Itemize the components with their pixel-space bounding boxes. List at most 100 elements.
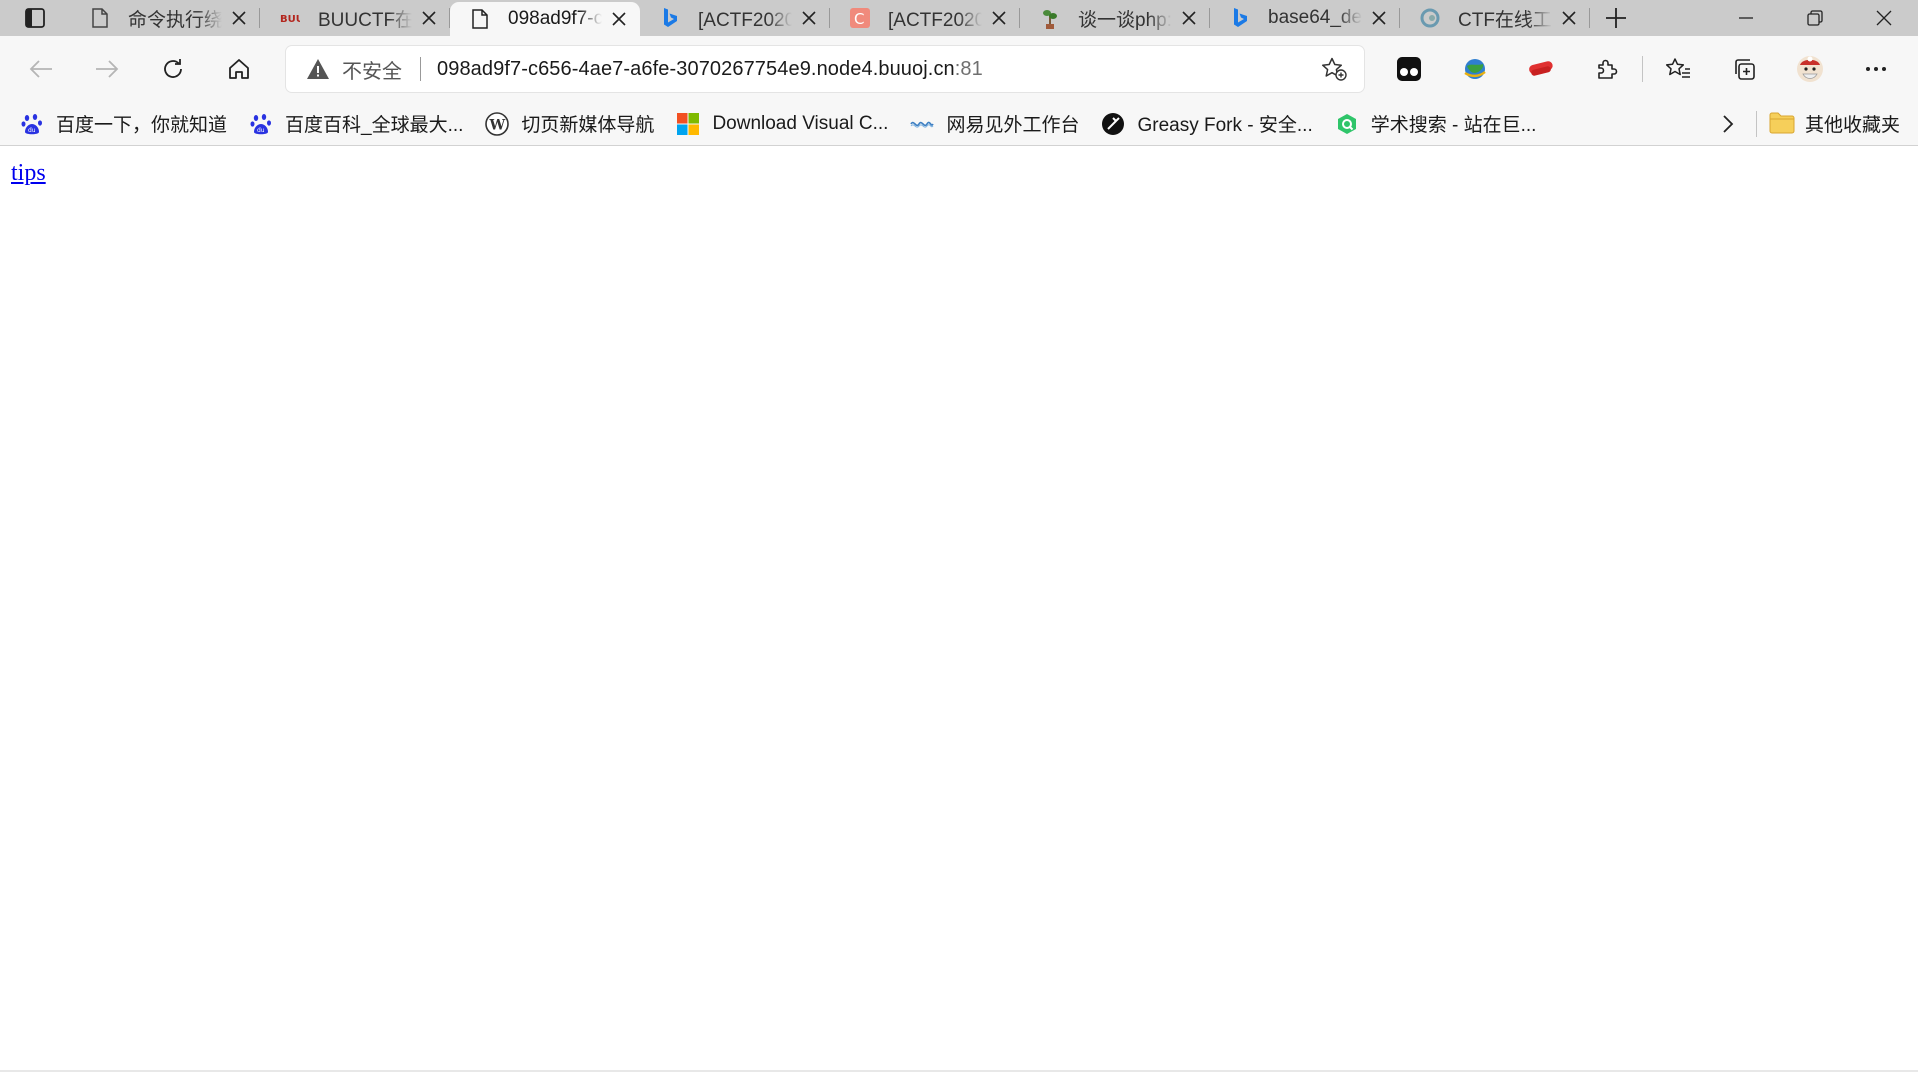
tab-actions-button[interactable] bbox=[0, 0, 70, 36]
globe-extension-button[interactable] bbox=[1442, 45, 1508, 93]
navigation-toolbar: 不安全 098ad9f7-c656-4ae7-a6fe-3070267754e9… bbox=[0, 36, 1918, 102]
svg-text:BUU: BUU bbox=[280, 14, 300, 25]
profile-button[interactable] bbox=[1777, 45, 1843, 93]
address-bar[interactable]: 不安全 098ad9f7-c656-4ae7-a6fe-3070267754e9… bbox=[286, 46, 1364, 92]
bookmark-label: Greasy Fork - 安全... bbox=[1137, 115, 1313, 136]
bookmark-scholar[interactable]: 学术搜索 - 站在巨... bbox=[1335, 110, 1537, 137]
plant-icon bbox=[1040, 8, 1060, 29]
tab-4[interactable]: C [ACTF2020 新生赛] bbox=[830, 0, 1020, 36]
baidu-paw-icon: du bbox=[20, 112, 44, 136]
close-icon[interactable] bbox=[988, 7, 1010, 29]
collections-button[interactable] bbox=[1711, 45, 1777, 93]
bookmark-label: 百度百科_全球最大... bbox=[285, 115, 464, 136]
tips-link[interactable]: tips bbox=[11, 160, 46, 187]
tab-actions-icon bbox=[25, 8, 45, 28]
other-favorites-folder[interactable]: 其他收藏夹 bbox=[1769, 110, 1900, 137]
other-favorites-label: 其他收藏夹 bbox=[1804, 115, 1900, 136]
minimize-button[interactable] bbox=[1711, 0, 1780, 36]
svg-text:du: du bbox=[257, 127, 265, 134]
ctf-tool-icon bbox=[1420, 8, 1440, 28]
bookmark-label: Download Visual C... bbox=[712, 112, 889, 134]
refresh-icon bbox=[164, 59, 182, 78]
restore-icon bbox=[1806, 10, 1823, 26]
bookmark-baike[interactable]: du 百度百科_全球最大... bbox=[249, 110, 463, 137]
close-icon[interactable] bbox=[228, 7, 250, 29]
collections-icon bbox=[1735, 59, 1755, 80]
greasyfork-icon bbox=[1101, 112, 1125, 136]
close-icon[interactable] bbox=[798, 7, 820, 29]
home-icon bbox=[229, 59, 249, 79]
bookmark-visual-c[interactable]: Download Visual C... bbox=[676, 112, 888, 136]
baidu-paw-icon: du bbox=[249, 112, 273, 136]
tampermonkey-icon bbox=[1397, 57, 1421, 81]
red-extension-button[interactable] bbox=[1508, 45, 1574, 93]
netease-wave-icon bbox=[910, 112, 935, 136]
globe-icon bbox=[1464, 59, 1486, 79]
tab-strip: 命令执行绕过 BUU BUUCTF在线评测 098ad9f7-c656 [ACT… bbox=[0, 0, 1918, 36]
tab-title: 谈一谈php://filter bbox=[1078, 9, 1172, 31]
scholar-icon bbox=[1335, 112, 1359, 136]
more-dots-icon bbox=[1866, 67, 1886, 71]
tab-title: [ACTF2020 新生赛] bbox=[698, 9, 792, 31]
settings-menu-button[interactable] bbox=[1843, 45, 1909, 93]
home-button[interactable] bbox=[206, 45, 272, 93]
close-icon[interactable] bbox=[1368, 7, 1390, 29]
extensions-button[interactable] bbox=[1574, 45, 1640, 93]
security-indicator[interactable]: 不安全 bbox=[306, 55, 402, 84]
omnibox-divider bbox=[420, 57, 421, 81]
chevron-right-icon bbox=[1723, 114, 1734, 133]
bookmark-label: 切页新媒体导航 bbox=[521, 115, 655, 136]
svg-text:C: C bbox=[854, 10, 864, 28]
security-label: 不安全 bbox=[342, 60, 402, 83]
back-arrow-icon bbox=[29, 60, 52, 78]
refresh-button[interactable] bbox=[140, 45, 206, 93]
tab-title: 098ad9f7-c656 bbox=[508, 8, 602, 29]
add-favorite-button[interactable] bbox=[1310, 49, 1358, 89]
close-window-button[interactable] bbox=[1849, 0, 1918, 36]
tab-title: [ACTF2020 新生赛] bbox=[888, 9, 982, 31]
bookmarks-divider bbox=[1755, 110, 1757, 137]
restore-button[interactable] bbox=[1780, 0, 1849, 36]
new-tab-button[interactable] bbox=[1590, 0, 1642, 36]
bookmark-netease[interactable]: 网易见外工作台 bbox=[910, 110, 1079, 137]
tab-3[interactable]: [ACTF2020 新生赛] bbox=[640, 0, 830, 36]
page-icon bbox=[470, 9, 490, 29]
more-bookmarks-button[interactable] bbox=[1708, 104, 1748, 144]
tab-5[interactable]: 谈一谈php://filter bbox=[1020, 0, 1210, 36]
toolbar-divider bbox=[1642, 56, 1643, 82]
svg-text:W: W bbox=[489, 117, 506, 133]
tampermonkey-extension-button[interactable] bbox=[1376, 45, 1442, 93]
window-controls bbox=[1711, 0, 1918, 36]
warning-triangle-icon bbox=[307, 59, 329, 79]
star-add-icon bbox=[1321, 57, 1347, 81]
tab-6[interactable]: base64_decode bbox=[1210, 0, 1400, 36]
close-icon[interactable] bbox=[1178, 7, 1200, 29]
plus-icon bbox=[1606, 8, 1626, 28]
bookmark-label: 网易见外工作台 bbox=[946, 115, 1080, 136]
bookmark-qieye[interactable]: W 切页新媒体导航 bbox=[485, 110, 654, 137]
tab-7[interactable]: CTF在线工具 bbox=[1400, 0, 1590, 36]
bookmark-label: 学术搜索 - 站在巨... bbox=[1370, 115, 1537, 136]
forward-arrow-icon bbox=[96, 60, 119, 78]
wordpress-icon: W bbox=[485, 111, 510, 136]
back-button[interactable] bbox=[8, 45, 74, 93]
close-icon[interactable] bbox=[418, 7, 440, 29]
minimize-icon bbox=[1738, 17, 1753, 19]
bookmark-baidu[interactable]: du 百度一下，你就知道 bbox=[20, 110, 227, 137]
folder-icon bbox=[1769, 112, 1795, 136]
close-icon[interactable] bbox=[1558, 7, 1580, 29]
puzzle-icon bbox=[1598, 59, 1618, 79]
favorites-button[interactable] bbox=[1645, 45, 1711, 93]
url-text[interactable]: 098ad9f7-c656-4ae7-a6fe-3070267754e9.nod… bbox=[437, 58, 983, 81]
extensions-area bbox=[1376, 45, 1909, 93]
tab-0[interactable]: 命令执行绕过 bbox=[70, 0, 260, 36]
close-icon bbox=[1876, 10, 1891, 26]
url-host: 098ad9f7-c656-4ae7-a6fe-3070267754e9.nod… bbox=[437, 57, 955, 80]
tab-title: base64_decode bbox=[1268, 7, 1362, 28]
bookmark-greasyfork[interactable]: Greasy Fork - 安全... bbox=[1101, 110, 1313, 137]
tab-1[interactable]: BUU BUUCTF在线评测 bbox=[260, 0, 450, 36]
tab-2-active[interactable]: 098ad9f7-c656 bbox=[450, 2, 640, 36]
forward-button[interactable] bbox=[74, 45, 140, 93]
favorites-bar: du 百度一下，你就知道 du 百度百科_全球最大... W 切页新媒体导航 D… bbox=[0, 102, 1918, 146]
close-icon[interactable] bbox=[608, 8, 630, 30]
